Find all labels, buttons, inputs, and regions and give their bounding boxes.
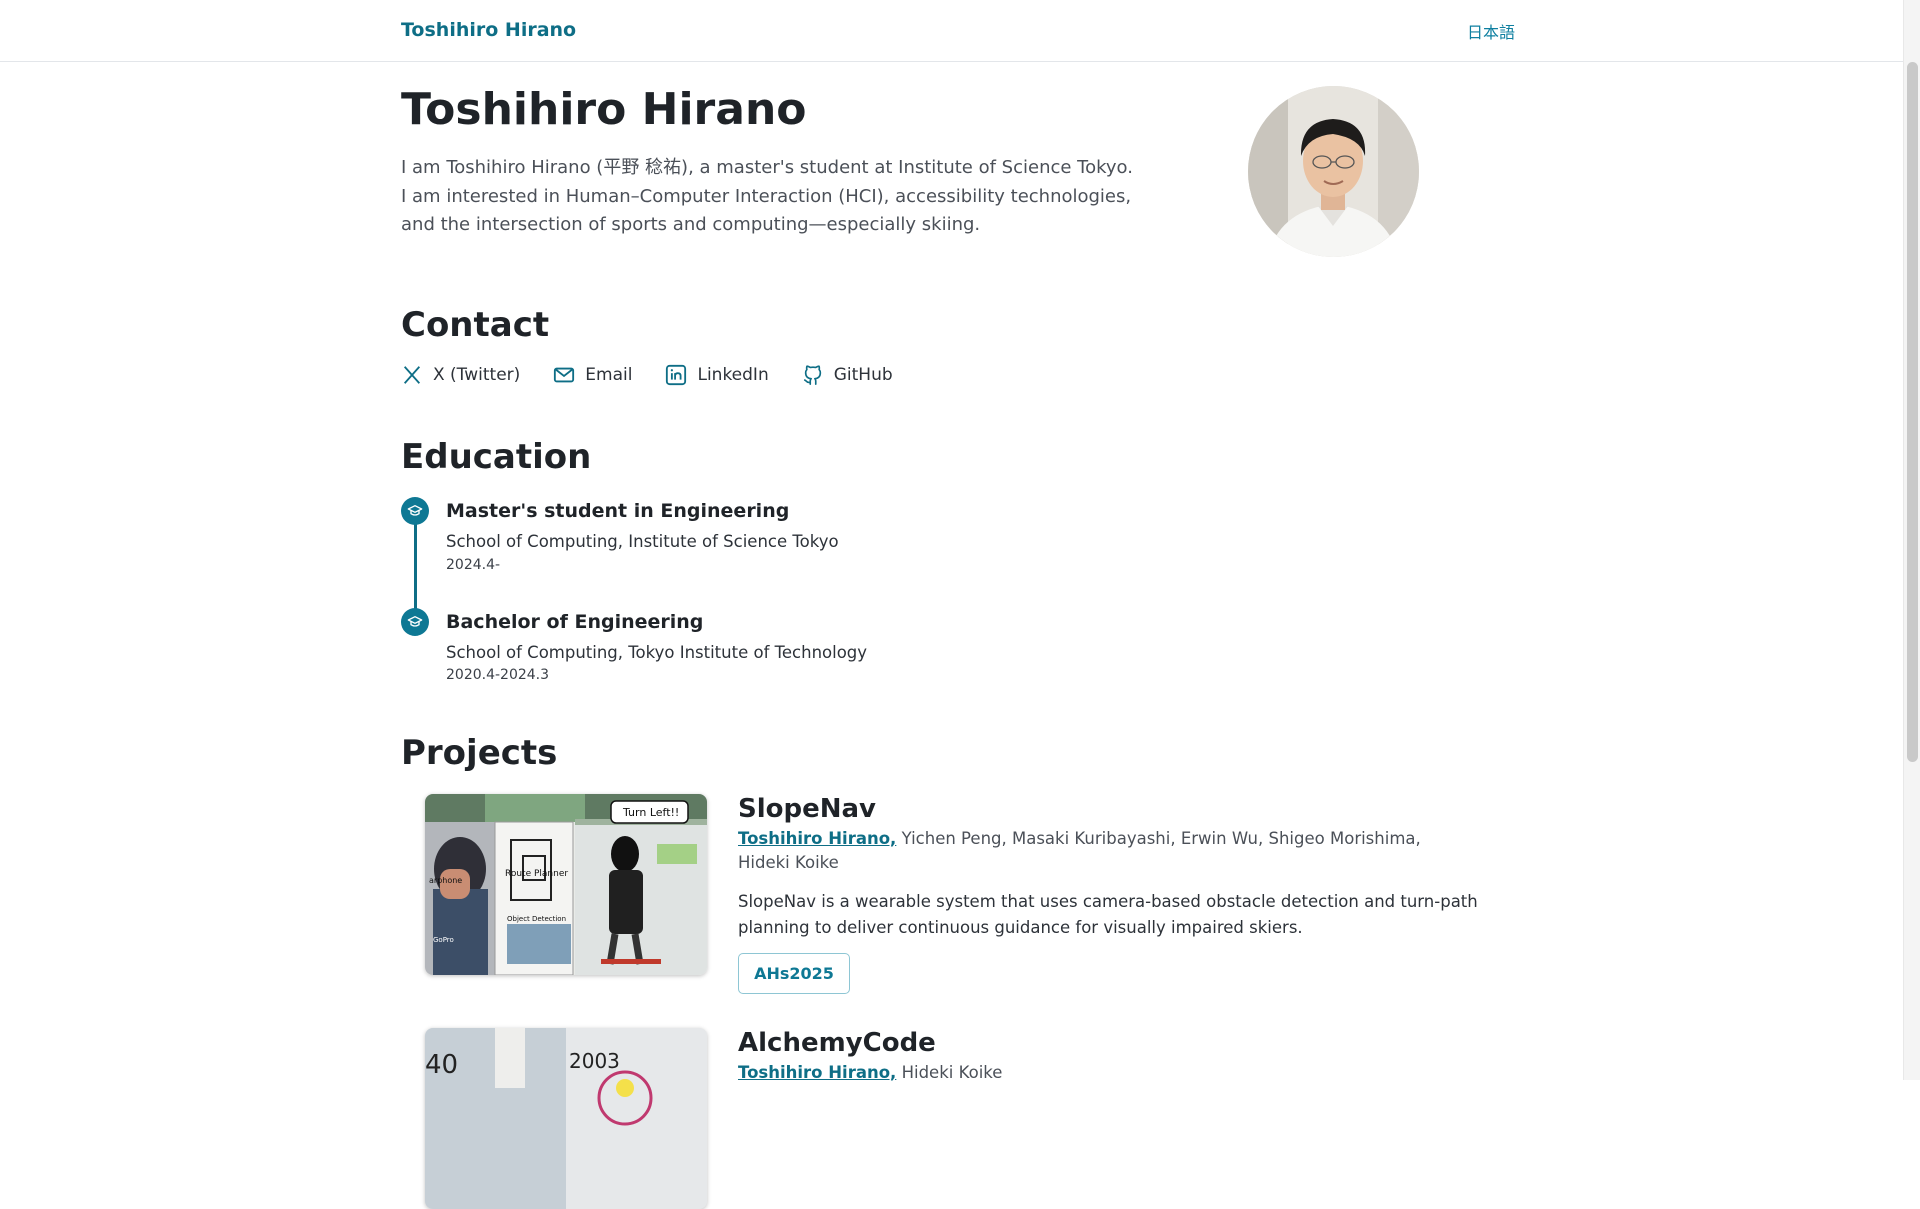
bio-line: I am interested in Human–Computer Intera… [401, 185, 1132, 236]
linkedin-icon [666, 364, 687, 386]
slopenav-thumbnail[interactable]: Route Planner Object Detection arphone G… [425, 794, 707, 975]
scrollbar-thumb[interactable] [1907, 62, 1918, 762]
gopro-text: GoPro [433, 936, 454, 944]
linkedin-link[interactable]: LinkedIn [665, 364, 769, 386]
education-date: 2020.4-2024.3 [446, 667, 550, 683]
avatar [1248, 86, 1419, 257]
contact-links: X (Twitter) Email LinkedIn GitHub [401, 364, 926, 386]
thumb-left-number: 40 [425, 1050, 458, 1080]
author-self-link[interactable]: Toshihiro Hirano, [738, 829, 896, 848]
education-degree: Master's student in Engineering [446, 500, 790, 522]
x-icon [403, 366, 421, 384]
top-navbar: Toshihiro Hirano 日本語 [0, 0, 1904, 62]
page-title: Toshihiro Hirano [401, 84, 807, 135]
thumb-right-number: 2003 [569, 1049, 620, 1073]
object-detection-text: Object Detection [507, 915, 566, 923]
education-school: School of Computing, Institute of Scienc… [446, 532, 839, 551]
graduation-cap-icon [401, 497, 429, 525]
linkedin-label: LinkedIn [697, 365, 769, 385]
venue-badge-button[interactable]: AHs2025 [738, 953, 850, 994]
turn-left-bubble-text: Turn Left!! [622, 806, 679, 819]
mail-icon [554, 367, 575, 383]
github-link[interactable]: GitHub [802, 364, 893, 386]
site-brand-link[interactable]: Toshihiro Hirano [401, 19, 576, 41]
alchemycode-thumbnail[interactable]: 40 2003 [425, 1028, 707, 1209]
github-icon [803, 365, 821, 385]
route-planner-text: Route Planner [505, 869, 568, 879]
x-twitter-link[interactable]: X (Twitter) [401, 364, 520, 386]
project-description: SlopeNav is a wearable system that uses … [738, 892, 1478, 937]
project-authors: Toshihiro Hirano, Yichen Peng, Masaki Ku… [738, 827, 1468, 875]
x-twitter-label: X (Twitter) [433, 365, 521, 385]
language-toggle-link[interactable]: 日本語 [1467, 19, 1515, 43]
bio-line: I am Toshihiro Hirano (平野 稔祐), a master'… [401, 157, 1133, 178]
graduation-cap-icon [401, 608, 429, 636]
bio: I am Toshihiro Hirano (平野 稔祐), a master'… [401, 154, 1161, 240]
education-school: School of Computing, Tokyo Institute of … [446, 643, 868, 662]
email-link[interactable]: Email [553, 364, 632, 386]
project-coauthors: Hideki Koike [901, 1063, 1003, 1082]
github-label: GitHub [833, 365, 893, 385]
project-title: SlopeNav [738, 794, 876, 824]
project-title: AlchemyCode [738, 1028, 936, 1058]
project-authors: Toshihiro Hirano, Hideki Koike [738, 1061, 1468, 1085]
email-label: Email [585, 365, 633, 385]
projects-section-title: Projects [401, 733, 558, 773]
earphone-text: arphone [429, 876, 462, 885]
education-date: 2024.4- [446, 557, 501, 573]
author-self-link[interactable]: Toshihiro Hirano, [738, 1063, 896, 1082]
scrollbar[interactable] [1903, 0, 1920, 1080]
contact-section-title: Contact [401, 305, 550, 345]
education-degree: Bachelor of Engineering [446, 611, 704, 633]
education-timeline-line [414, 520, 417, 620]
education-section-title: Education [401, 437, 592, 477]
